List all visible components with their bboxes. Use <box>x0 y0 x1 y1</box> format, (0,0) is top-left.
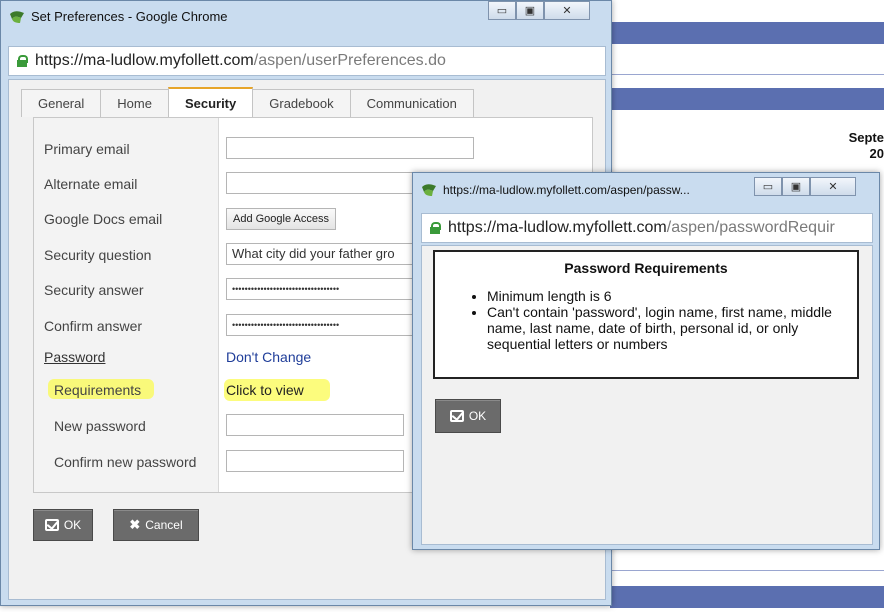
background-header-band <box>610 22 884 44</box>
google-docs-email-label: Google Docs email <box>44 211 163 227</box>
url-path: /aspen/passwordRequir <box>666 219 835 236</box>
minimize-button[interactable]: ▭ <box>754 177 782 196</box>
primary-email-label: Primary email <box>44 141 130 157</box>
tab-security[interactable]: Security <box>167 87 254 117</box>
background-header-band <box>610 88 884 110</box>
requirements-box: Password Requirements Minimum length is … <box>433 250 859 379</box>
window-title-bar: Set Preferences - Google Chrome <box>9 9 228 24</box>
tab-home[interactable]: Home <box>100 89 169 117</box>
requirement-item: Can't contain 'password', login name, fi… <box>487 304 857 352</box>
security-question-select[interactable]: What city did your father gro <box>226 243 416 265</box>
popup-ok-button[interactable]: OK <box>435 399 501 433</box>
chrome-logo-icon <box>9 10 25 24</box>
maximize-button[interactable]: ▣ <box>516 1 544 20</box>
tab-gradebook[interactable]: Gradebook <box>252 89 351 117</box>
tab-communication[interactable]: Communication <box>349 89 474 117</box>
background-date: Septe 20 <box>849 130 884 162</box>
click-to-view-link[interactable]: Click to view <box>226 382 304 398</box>
security-answer-label: Security answer <box>44 282 144 298</box>
background-footer-band <box>610 586 884 608</box>
confirm-new-password-field[interactable] <box>226 450 404 472</box>
checkbox-icon <box>449 410 464 422</box>
tab-label: Home <box>117 96 152 111</box>
address-bar[interactable]: https://ma-ludlow.myfollett.com/aspen/us… <box>8 46 606 76</box>
confirm-new-password-label: Confirm new password <box>54 454 197 470</box>
new-password-label: New password <box>54 418 146 434</box>
primary-email-field[interactable] <box>226 137 474 159</box>
window-controls: ▭ ▣ ✕ <box>488 1 590 20</box>
tab-label: Gradebook <box>269 96 334 111</box>
tab-general[interactable]: General <box>21 89 102 117</box>
url-host: https://ma-ludlow.myfollett.com <box>35 52 254 69</box>
confirm-answer-field[interactable]: •••••••••••••••••••••••••••••••••• <box>226 314 416 336</box>
requirement-item: Minimum length is 6 <box>487 288 857 304</box>
cancel-button[interactable]: ✖ Cancel <box>113 509 199 541</box>
tab-label: Security <box>184 95 237 111</box>
background-divider <box>610 74 884 75</box>
close-button[interactable]: ✕ <box>544 1 590 20</box>
password-label[interactable]: Password <box>44 349 105 365</box>
password-requirements-window: https://ma-ludlow.myfollett.com/aspen/pa… <box>412 172 880 550</box>
requirements-label: Requirements <box>54 382 142 398</box>
background-date-line2: 20 <box>869 146 884 161</box>
chrome-logo-icon <box>421 183 437 197</box>
requirements-list: Minimum length is 6 Can't contain 'passw… <box>487 288 857 352</box>
close-button[interactable]: ✕ <box>810 177 856 196</box>
background-divider <box>610 570 884 571</box>
url-path: /aspen/userPreferences.do <box>253 52 446 69</box>
preferences-tabs: General Home Security Gradebook Communic… <box>21 87 474 117</box>
close-x-icon: ✖ <box>129 517 141 532</box>
label-column <box>34 118 219 492</box>
window-title: Set Preferences - Google Chrome <box>31 9 228 24</box>
ok-button-label: OK <box>468 409 487 423</box>
add-google-access-button[interactable]: Add Google Access <box>226 208 337 230</box>
dont-change-link[interactable]: Don't Change <box>226 349 311 365</box>
popup-window-controls: ▭ ▣ ✕ <box>754 177 856 196</box>
lock-icon <box>430 222 441 234</box>
requirements-heading: Password Requirements <box>564 260 728 276</box>
confirm-answer-label: Confirm answer <box>44 318 143 334</box>
alternate-email-label: Alternate email <box>44 176 138 192</box>
popup-title-bar: https://ma-ludlow.myfollett.com/aspen/pa… <box>421 183 690 197</box>
new-password-field[interactable] <box>226 414 404 436</box>
security-answer-field[interactable]: •••••••••••••••••••••••••••••••••• <box>226 278 416 300</box>
minimize-button[interactable]: ▭ <box>488 1 516 20</box>
popup-title: https://ma-ludlow.myfollett.com/aspen/pa… <box>443 183 690 197</box>
checkbox-icon <box>44 519 59 531</box>
tab-label: Communication <box>366 96 457 111</box>
maximize-button[interactable]: ▣ <box>782 177 810 196</box>
security-question-label: Security question <box>44 247 152 263</box>
background-date-line1: Septe <box>848 130 884 145</box>
lock-icon <box>17 55 28 67</box>
tab-label: General <box>38 96 85 111</box>
popup-address-bar[interactable]: https://ma-ludlow.myfollett.com/aspen/pa… <box>421 213 873 243</box>
url-host: https://ma-ludlow.myfollett.com <box>448 219 667 236</box>
ok-button[interactable]: OK <box>33 509 93 541</box>
ok-button-label: OK <box>63 518 82 532</box>
cancel-button-label: Cancel <box>145 518 183 532</box>
